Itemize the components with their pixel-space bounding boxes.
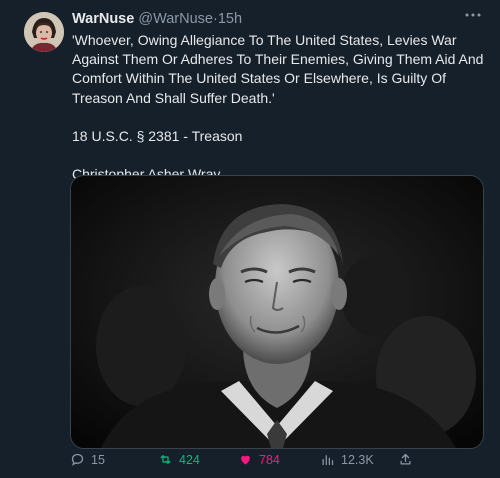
- more-options-icon[interactable]: [464, 6, 482, 29]
- reply-icon: [71, 453, 84, 466]
- views-bar-chart-icon: [322, 455, 334, 466]
- portrait-photo: [71, 176, 483, 448]
- author-name[interactable]: WarNuse: [72, 11, 134, 27]
- retweet-button[interactable]: 424: [158, 452, 200, 467]
- reply-count: 15: [91, 452, 105, 467]
- tweet-quote-text: 'Whoever, Owing Allegiance To The United…: [72, 32, 484, 106]
- author-handle[interactable]: @WarNuse: [138, 11, 213, 27]
- heart-icon: [241, 455, 250, 465]
- tweet-timestamp[interactable]: 15h: [218, 11, 242, 27]
- like-button[interactable]: 784: [238, 452, 280, 467]
- tweet-photo[interactable]: [70, 175, 484, 449]
- retweet-count: 424: [179, 452, 200, 467]
- share-button[interactable]: [398, 452, 413, 467]
- views-count: 12.3K: [341, 452, 374, 467]
- tweet-header: WarNuse @WarNuse·15h: [72, 10, 242, 28]
- tweet-card[interactable]: WarNuse @WarNuse·15h 'Whoever, Owing All…: [0, 0, 500, 478]
- share-icon: [400, 453, 411, 465]
- tweet-citation: 18 U.S.C. § 2381 - Treason: [72, 127, 243, 144]
- reply-button[interactable]: 15: [70, 452, 105, 467]
- tweet-body: 'Whoever, Owing Allegiance To The United…: [72, 31, 484, 184]
- author-avatar[interactable]: [24, 12, 64, 52]
- like-count: 784: [259, 452, 280, 467]
- views-button[interactable]: 12.3K: [320, 452, 374, 467]
- retweet-icon: [160, 455, 171, 464]
